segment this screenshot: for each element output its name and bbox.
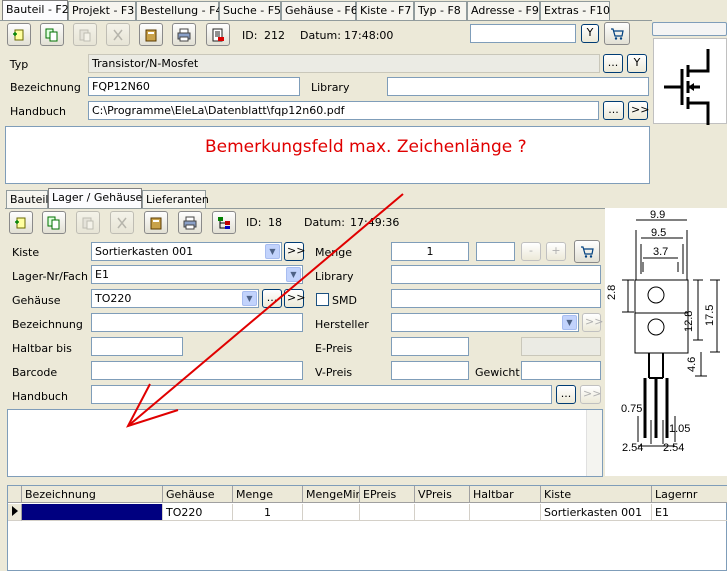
grid-header-mengemin[interactable]: MengeMin (303, 486, 360, 503)
cell-lagernr[interactable]: E1 (652, 504, 727, 521)
grid-header-lagernr[interactable]: Lagernr (652, 486, 727, 503)
cell-epreis[interactable] (360, 504, 415, 521)
grid-indicator-header (8, 486, 22, 503)
cell-menge[interactable]: 1 (233, 504, 303, 521)
grid-header-haltbar[interactable]: Haltbar (470, 486, 541, 503)
grid-header-bezeichnung[interactable]: Bezeichnung (22, 486, 163, 503)
cell-mengemin[interactable] (303, 504, 360, 521)
cell-vpreis[interactable] (415, 504, 470, 521)
cell-kiste[interactable]: Sortierkasten 001 (541, 504, 652, 521)
cell-gehaeuse[interactable]: TO220 (163, 504, 233, 521)
stock-grid: Bezeichnung Gehäuse Menge MengeMin EPrei… (7, 485, 727, 571)
cell-haltbar[interactable] (470, 504, 541, 521)
row-pointer-icon (12, 506, 18, 516)
grid-header-epreis[interactable]: EPreis (360, 486, 415, 503)
grid-header-gehaeuse[interactable]: Gehäuse (163, 486, 233, 503)
row-indicator (8, 504, 22, 521)
grid-header-menge[interactable]: Menge (233, 486, 303, 503)
cell-bezeichnung[interactable] (22, 504, 163, 521)
grid-header-kiste[interactable]: Kiste (541, 486, 652, 503)
grid-header-vpreis[interactable]: VPreis (415, 486, 470, 503)
